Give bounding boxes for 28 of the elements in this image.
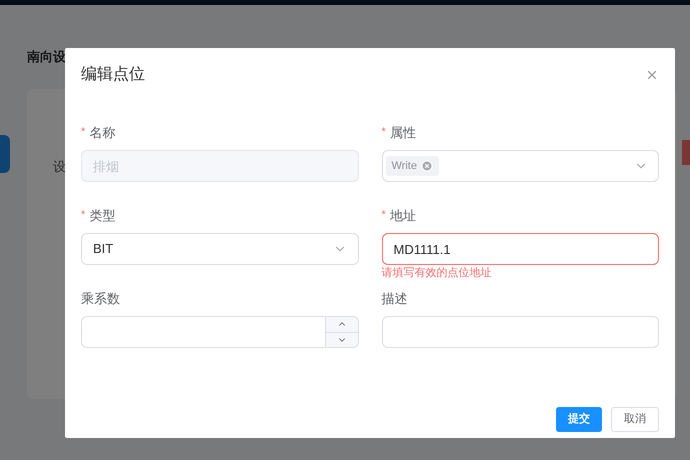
select-value: BIT [93, 240, 114, 258]
field-label: 名称 [89, 124, 116, 142]
field-label: 地址 [390, 206, 416, 225]
field-label: 描述 [382, 290, 408, 308]
required-mark: * [81, 125, 86, 140]
required-mark: * [382, 125, 386, 140]
text-field[interactable] [382, 316, 659, 348]
breadcrumb[interactable]: 南向设 [27, 49, 66, 64]
required-mark: * [382, 208, 386, 224]
dialog-title: 编辑点位 [81, 64, 145, 85]
edge-button[interactable] [682, 140, 690, 165]
close-icon[interactable] [645, 68, 659, 82]
cancel-button[interactable]: 取消 [611, 407, 659, 432]
field-label: 属性 [390, 124, 416, 142]
field-label: 类型 [89, 206, 116, 225]
field-label: 乘系数 [81, 290, 120, 308]
card-text: 设 [53, 158, 66, 176]
submit-button[interactable]: 提交 [556, 407, 602, 432]
decrement-button[interactable] [326, 332, 358, 348]
error-message: 请填写有效的点位地址 [382, 266, 492, 280]
select-field[interactable]: BIT [81, 233, 358, 265]
tag-label: Write [392, 158, 417, 174]
remove-icon[interactable] [420, 160, 433, 172]
number-field[interactable] [81, 316, 326, 348]
text-field[interactable]: MD1111.1 [382, 233, 659, 265]
required-mark: * [81, 208, 86, 224]
side-button[interactable] [0, 135, 10, 173]
increment-button[interactable] [326, 316, 358, 332]
